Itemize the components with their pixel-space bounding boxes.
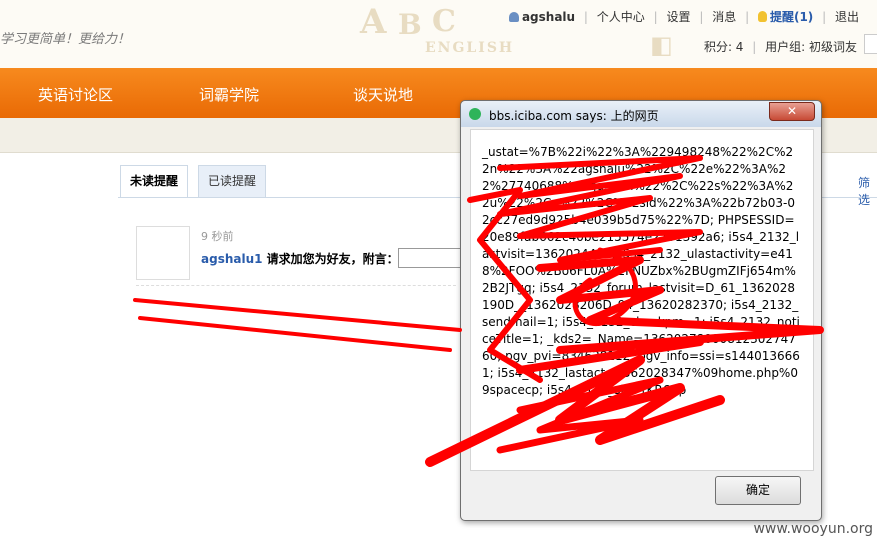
notice-message: 请求加您为好友，附言：	[266, 252, 399, 266]
bulb-icon	[757, 11, 767, 22]
site-header: A B C ENGLISH ◧ 学习更简单！更给力！ agshalu | 个人中…	[0, 0, 877, 68]
header-decoration: ◧	[650, 30, 673, 59]
nav-item-chat[interactable]: 谈天说地	[353, 84, 413, 105]
notice-time: 9 秒前	[201, 230, 234, 243]
header-decoration: B	[398, 8, 422, 41]
messages-link[interactable]: 消息	[712, 10, 736, 24]
nav-item-academy[interactable]: 词霸学院	[199, 84, 259, 105]
close-button[interactable]: ✕	[769, 102, 815, 121]
header-decoration-text: ENGLISH	[425, 40, 515, 56]
ok-button[interactable]: 确定	[715, 476, 801, 505]
dialog-message-area: _ustat=%7B%22i%22%3A%229498248%22%2C%22n…	[470, 129, 814, 471]
notice-user-link[interactable]: agshalu1	[201, 252, 262, 266]
dialog-title: bbs.iciba.com says: 上的网页	[489, 109, 659, 123]
username-link[interactable]: agshalu	[522, 10, 575, 24]
profile-link[interactable]: 个人中心	[597, 10, 645, 24]
tab-unread-notices[interactable]: 未读提醒	[120, 165, 189, 198]
user-group-text[interactable]: 用户组: 初级词友	[765, 40, 857, 54]
watermark: www.wooyun.org	[753, 521, 873, 537]
notice-divider	[136, 285, 456, 286]
header-corner-box	[864, 34, 877, 54]
alert-dialog: bbs.iciba.com says: 上的网页 ✕ _ustat=%7B%22…	[460, 100, 822, 521]
dialog-message: _ustat=%7B%22i%22%3A%229498248%22%2C%22n…	[482, 145, 800, 397]
tab-read-notices[interactable]: 已读提醒	[198, 165, 267, 198]
close-icon: ✕	[786, 104, 798, 118]
user-icon	[508, 12, 519, 22]
header-decoration: A	[360, 2, 387, 42]
friend-note-input[interactable]	[398, 248, 464, 268]
settings-link[interactable]: 设置	[667, 10, 691, 24]
notice-text: agshalu1 请求加您为好友，附言：	[201, 250, 399, 267]
site-slogan: 学习更简单！更给力！	[0, 32, 131, 47]
browser-icon	[469, 108, 481, 120]
avatar[interactable]	[136, 226, 190, 280]
dialog-titlebar: bbs.iciba.com says: 上的网页 ✕	[461, 101, 821, 127]
logout-link[interactable]: 退出	[835, 10, 859, 24]
points-text[interactable]: 积分: 4	[704, 40, 744, 54]
header-decoration: C	[432, 4, 456, 39]
user-info: 积分: 4 | 用户组: 初级词友	[703, 40, 857, 54]
user-bar: agshalu | 个人中心 | 设置 | 消息 | 提醒(1) | 退出	[508, 8, 859, 25]
nav-item-discussion[interactable]: 英语讨论区	[38, 84, 113, 105]
filter-link[interactable]: 筛选	[858, 174, 877, 208]
remind-link[interactable]: 提醒(1)	[770, 10, 813, 24]
